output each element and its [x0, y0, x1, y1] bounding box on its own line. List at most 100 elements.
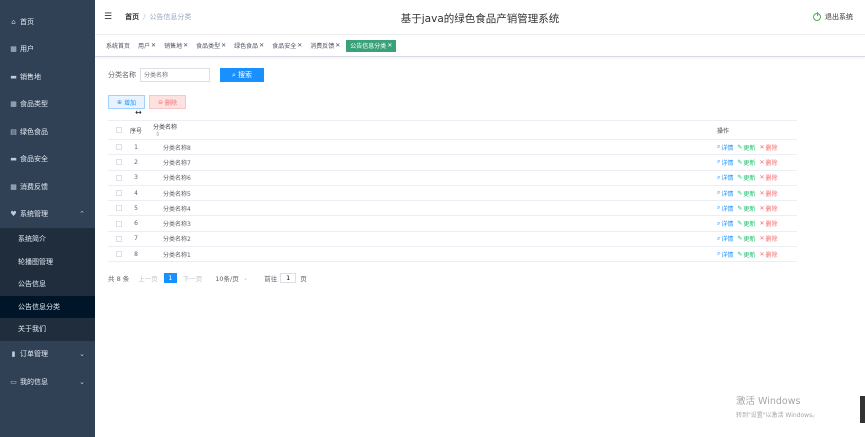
add-button[interactable]: ⊕ 增加 [108, 95, 145, 109]
logout-button[interactable]: 退出系统 [813, 12, 853, 22]
row-delete-button[interactable]: ✕ 删除 [759, 189, 777, 198]
close-icon[interactable]: ✕ [221, 42, 226, 49]
sidebar-item-system[interactable]: ♥ 系统管理 ⌃ [0, 201, 95, 229]
edit-button[interactable]: ✎ 更新 [737, 204, 755, 213]
edit-button[interactable]: ✎ 更新 [737, 250, 755, 259]
sidebar-item-sales-location[interactable]: ▬ 销售地 [0, 63, 95, 91]
submenu-item-notice-category[interactable]: 公告信息分类 [0, 295, 95, 318]
edit-button[interactable]: ✎ 更新 [737, 173, 755, 182]
sidebar-item-orders[interactable]: ▮ 订单管理 ⌄ [0, 341, 95, 369]
row-delete-button[interactable]: ✕ 删除 [759, 204, 777, 213]
row-delete-button[interactable]: ✕ 删除 [759, 143, 777, 152]
tag-feedback[interactable]: 消费反馈 ✕ [308, 40, 342, 52]
close-icon[interactable]: ✕ [183, 42, 188, 49]
close-icon: ✕ [759, 143, 765, 151]
tag-green-food[interactable]: 绿色食品 ✕ [232, 40, 266, 52]
close-icon[interactable]: ✕ [297, 42, 302, 49]
row-delete-button[interactable]: ✕ 删除 [759, 219, 777, 228]
close-icon[interactable]: ✕ [151, 42, 156, 49]
delete-label: 删除 [765, 159, 778, 167]
edit-button[interactable]: ✎ 更新 [737, 189, 755, 198]
sidebar-item-food-safety[interactable]: ▬ 食品安全 [0, 146, 95, 174]
page-number-button[interactable]: 1 [163, 273, 177, 283]
tag-label: 公告信息分类 [350, 43, 387, 50]
search-button[interactable]: ⌕ 搜索 [220, 68, 264, 82]
sidebar-item-label: 我的信息 [20, 377, 48, 386]
row-delete-button[interactable]: ✕ 删除 [759, 173, 777, 182]
close-icon[interactable]: ✕ [335, 42, 340, 49]
next-page-button[interactable]: 下一页 [183, 273, 203, 283]
row-delete-button[interactable]: ✕ 删除 [759, 158, 777, 167]
row-checkbox[interactable] [115, 251, 122, 258]
delete-label: 删除 [765, 175, 778, 183]
edit-icon: ✎ [737, 204, 743, 212]
edit-button[interactable]: ✎ 更新 [737, 158, 755, 167]
delete-button-label: 删除 [165, 99, 178, 107]
search-icon: ⌕ [717, 173, 721, 181]
tag-notice-category[interactable]: 公告信息分类 ✕ [346, 39, 397, 52]
chevron-down-icon[interactable]: ⌄ [243, 274, 248, 282]
submenu-item-about[interactable]: 关于我们 [0, 318, 95, 341]
detail-button[interactable]: ⌕ 详情 [717, 173, 733, 183]
row-delete-button[interactable]: ✕ 删除 [759, 234, 777, 243]
menu-fold-icon[interactable]: ☰ [104, 12, 112, 22]
detail-button[interactable]: ⌕ 详情 [717, 204, 733, 213]
row-delete-button[interactable]: ✕ 删除 [759, 250, 777, 259]
row-checkbox[interactable] [115, 235, 122, 242]
edit-button[interactable]: ✎ 更新 [737, 143, 755, 152]
header-name[interactable]: 分类名称⇕ [143, 122, 183, 138]
detail-button[interactable]: ⌕ 详情 [717, 158, 733, 167]
detail-button[interactable]: ⌕ 详情 [717, 189, 733, 198]
edit-icon: ✎ [737, 143, 743, 151]
sidebar-item-users[interactable]: ▦ 用户 [0, 36, 95, 64]
card-icon: ▬ [10, 155, 17, 164]
delete-label: 删除 [765, 236, 778, 244]
tag-food-safety[interactable]: 食品安全 ✕ [270, 40, 304, 52]
search-input[interactable] [140, 68, 210, 82]
detail-button[interactable]: ⌕ 详情 [717, 143, 733, 152]
select-all-checkbox[interactable] [115, 127, 122, 133]
page-title: 基于java的绿色食品产销管理系统 [400, 13, 560, 25]
row-checkbox[interactable] [115, 174, 122, 181]
detail-button[interactable]: ⌕ 详情 [717, 250, 733, 259]
row-checkbox[interactable] [115, 220, 122, 227]
sidebar-item-feedback[interactable]: ▦ 消费反馈 [0, 173, 95, 201]
tag-dashboard[interactable]: 系统首页 [104, 40, 132, 52]
delete-button[interactable]: ⊖ 删除 [149, 95, 186, 109]
close-icon[interactable]: ✕ [259, 42, 264, 49]
prev-page-button[interactable]: 上一页 [138, 273, 158, 283]
submenu-item-carousel[interactable]: 轮播图管理 [0, 251, 95, 274]
submenu-item-intro[interactable]: 系统简介 [0, 228, 95, 251]
breadcrumb-home[interactable]: 首页 [125, 12, 139, 22]
tag-users[interactable]: 用户 ✕ [136, 40, 158, 52]
submenu-item-notice[interactable]: 公告信息 [0, 273, 95, 296]
edit-label: 更新 [743, 205, 756, 213]
row-checkbox[interactable] [115, 159, 122, 166]
detail-button[interactable]: ⌕ 详情 [717, 219, 733, 229]
home-icon: ⌂ [11, 17, 16, 26]
jump-page-input[interactable] [280, 273, 297, 283]
sidebar-item-green-food[interactable]: ▤ 绿色食品 [0, 118, 95, 146]
sidebar-item-food-type[interactable]: ▦ 食品类型 [0, 91, 95, 119]
page-size-select[interactable]: 10条/页 [215, 273, 238, 283]
sidebar-item-label: 销售地 [20, 72, 41, 81]
row-checkbox[interactable] [115, 190, 122, 197]
sidebar-item-my-info[interactable]: ▭ 我的信息 ⌄ [0, 368, 95, 396]
tag-sales-location[interactable]: 销售地 ✕ [162, 40, 190, 52]
detail-button[interactable]: ⌕ 详情 [717, 234, 733, 244]
row-checkbox[interactable] [115, 144, 122, 151]
close-icon[interactable]: ✕ [387, 42, 392, 49]
row-checkbox[interactable] [115, 205, 122, 212]
sort-icon[interactable]: ⇕ [155, 131, 160, 138]
card-icon: ▬ [10, 72, 17, 81]
sidebar-item-home[interactable]: ⌂ 首页 [0, 8, 95, 36]
edit-label: 更新 [743, 251, 756, 259]
tag-food-type[interactable]: 食品类型 ✕ [194, 40, 228, 52]
row-name: 分类名称8 [163, 144, 191, 152]
edit-button[interactable]: ✎ 更新 [737, 219, 755, 228]
edit-button[interactable]: ✎ 更新 [737, 234, 755, 243]
table-header-row: 序号 分类名称⇕ 操作 [108, 121, 797, 140]
grid-icon: ▦ [10, 45, 17, 54]
scrollbar-thumb[interactable] [860, 396, 865, 423]
main-content: 分类名称 ⌕搜索 ⊕增加 ⊖删除 ↔ 序号 分类名称⇕ 操作 1分类名称8⌕详情… [95, 57, 865, 437]
